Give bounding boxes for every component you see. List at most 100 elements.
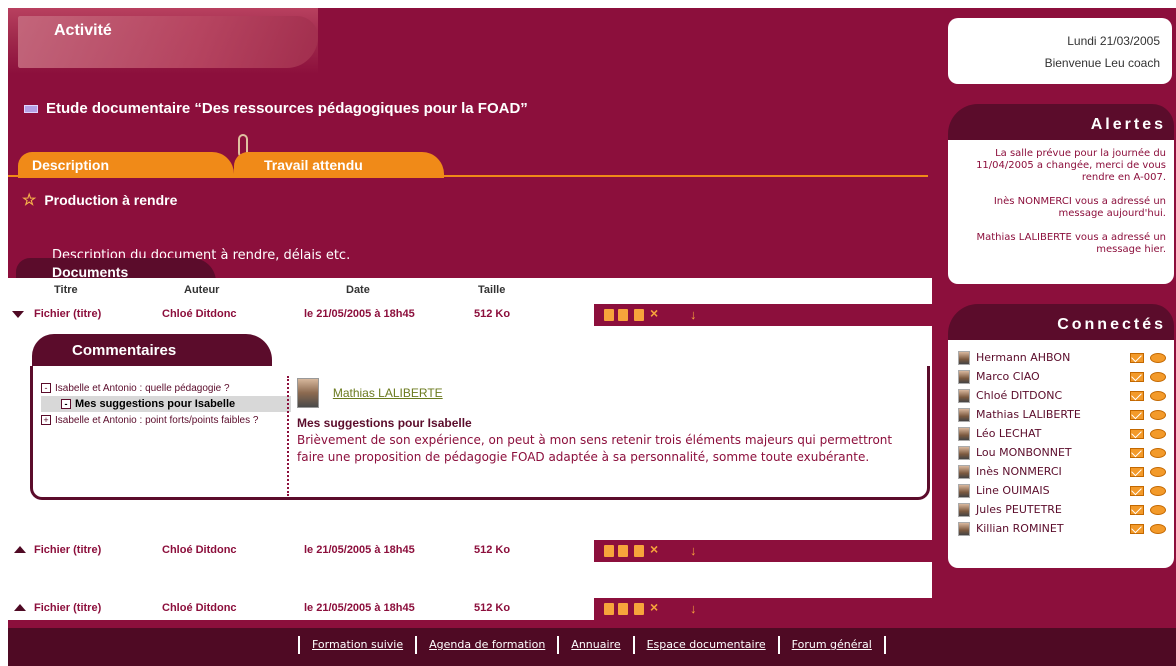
chat-icon[interactable] [1150,485,1166,496]
user-name[interactable]: Mathias LALIBERTE [976,408,1130,421]
mail-icon[interactable] [1130,390,1144,401]
chat-icon[interactable] [1150,428,1166,439]
collapse-icon[interactable] [12,311,24,318]
user-name[interactable]: Lou MONBONNET [976,446,1130,459]
document-title[interactable]: Fichier (titre) [34,602,101,614]
star-icon: ☆ [22,192,37,209]
avatar [958,502,970,517]
avatar [958,350,970,365]
production-heading: ☆ Production à rendre [22,190,177,210]
document-size: 512 Ko [474,544,511,556]
comment-divider [287,376,289,496]
header-band: Activité [8,8,318,74]
column-header-titre: Titre [54,284,78,296]
production-title: Production à rendre [44,192,178,208]
avatar [958,483,970,498]
document-title[interactable]: Fichier (titre) [34,544,101,556]
download-icon[interactable]: ↓ [690,543,697,558]
mail-icon[interactable] [1130,485,1144,496]
footer-nav: Formation suivie Agenda de formation Ann… [298,636,886,654]
document-author: Chloé Ditdonc [162,544,237,556]
chat-icon[interactable] [1150,352,1166,363]
footer-link-espace[interactable]: Espace documentaire [632,636,778,654]
edit-icon[interactable] [618,603,628,615]
footer-link-agenda[interactable]: Agenda de formation [415,636,557,654]
avatar [958,369,970,384]
download-icon[interactable]: ↓ [690,307,697,322]
tree-collapse-icon[interactable]: - [61,399,71,409]
avatar [958,426,970,441]
tree-item-label[interactable]: Isabelle et Antonio : point forts/points… [55,415,258,426]
document-author: Chloé Ditdonc [162,308,237,320]
tree-item-label[interactable]: Mes suggestions pour Isabelle [75,398,235,410]
comment-title: Mes suggestions pour Isabelle [297,416,472,430]
avatar [958,521,970,536]
delete-icon[interactable]: × [650,599,658,615]
document-size: 512 Ko [474,602,511,614]
chat-icon[interactable] [1150,409,1166,420]
tree-item-selected[interactable]: - Mes suggestions pour Isabelle [41,396,291,412]
mail-icon[interactable] [1130,352,1144,363]
folder-icon[interactable] [604,309,614,321]
alert-item: Inès NONMERCI vous a adressé un message … [993,196,1166,219]
chat-icon[interactable] [1150,466,1166,477]
expand-icon[interactable] [14,546,26,553]
tree-item[interactable]: - Isabelle et Antonio : quelle pédagogie… [41,380,291,396]
mail-icon[interactable] [1130,428,1144,439]
mail-icon[interactable] [1130,504,1144,515]
comment-author[interactable]: Mathias LALIBERTE [333,386,443,400]
tree-item-label[interactable]: Isabelle et Antonio : quelle pédagogie ? [55,383,230,394]
connected-user: Hermann AHBON [958,348,1166,367]
column-header-date: Date [346,284,370,296]
footer-link-forum[interactable]: Forum général [777,636,884,654]
document-title[interactable]: Fichier (titre) [34,308,101,320]
document-icon[interactable] [634,545,644,557]
chat-icon[interactable] [1150,371,1166,382]
footer-link-formation[interactable]: Formation suivie [298,636,415,654]
comment-tree: - Isabelle et Antonio : quelle pédagogie… [41,380,291,428]
user-name[interactable]: Chloé DITDONC [976,389,1130,402]
document-toolbar: × ↓ [594,304,932,326]
user-name[interactable]: Line OUIMAIS [976,484,1130,497]
document-icon[interactable] [634,309,644,321]
chat-icon[interactable] [1150,390,1166,401]
edit-icon[interactable] [618,545,628,557]
tree-expand-icon[interactable]: + [41,415,51,425]
edit-icon[interactable] [618,309,628,321]
mail-icon[interactable] [1130,409,1144,420]
expand-icon[interactable] [14,604,26,611]
document-icon[interactable] [634,603,644,615]
user-name[interactable]: Hermann AHBON [976,351,1130,364]
delete-icon[interactable]: × [650,305,658,321]
study-title-text: Etude documentaire “Des ressources pédag… [46,100,528,117]
document-date: le 21/05/2005 à 18h45 [304,308,415,320]
user-name[interactable]: Léo LECHAT [976,427,1130,440]
chat-icon[interactable] [1150,504,1166,515]
connected-user: Lou MONBONNET [958,443,1166,462]
user-name[interactable]: Jules PEUTETRE [976,503,1130,516]
connected-user: Marco CIAO [958,367,1166,386]
mail-icon[interactable] [1130,371,1144,382]
user-name[interactable]: Killian ROMINET [976,522,1130,535]
folder-icon[interactable] [604,545,614,557]
mail-icon[interactable] [1130,466,1144,477]
connected-user: Inès NONMERCI [958,462,1166,481]
comment-body: Brièvement de son expérience, on peut à … [297,433,893,464]
mail-icon[interactable] [1130,523,1144,534]
user-name[interactable]: Marco CIAO [976,370,1130,383]
mail-icon[interactable] [1130,447,1144,458]
download-icon[interactable]: ↓ [690,601,697,616]
footer-link-annuaire[interactable]: Annuaire [557,636,632,654]
document-row: Fichier (titre) Chloé Ditdonc le 21/05/2… [8,598,932,620]
tree-expand-icon[interactable]: - [41,383,51,393]
tree-item[interactable]: + Isabelle et Antonio : point forts/poin… [41,412,291,428]
document-toolbar: × ↓ [594,540,932,562]
study-title: Etude documentaire “Des ressources pédag… [24,100,528,117]
chat-icon[interactable] [1150,447,1166,458]
folder-icon[interactable] [604,603,614,615]
documents-area: Titre Auteur Date Taille Fichier (titre)… [8,278,932,620]
chat-icon[interactable] [1150,523,1166,534]
delete-icon[interactable]: × [650,541,658,557]
user-name[interactable]: Inès NONMERCI [976,465,1130,478]
column-header-taille: Taille [478,284,506,296]
